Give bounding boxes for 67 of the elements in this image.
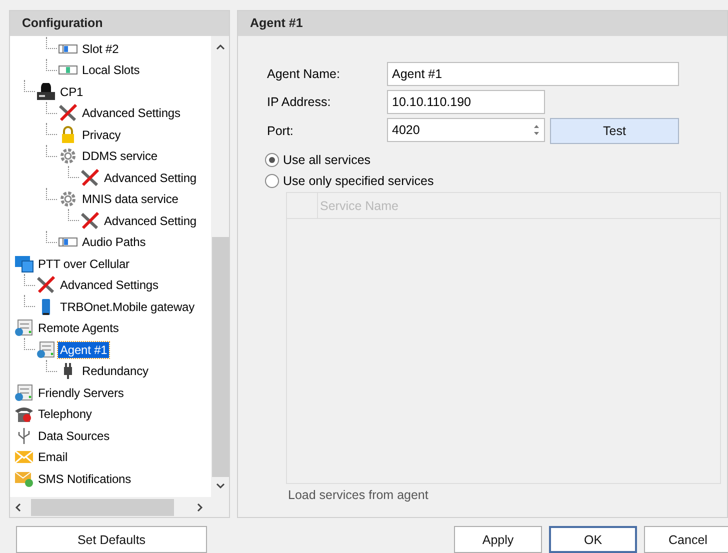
set-defaults-button[interactable]: Set Defaults bbox=[16, 526, 207, 553]
tree-item[interactable]: Advanced Setting bbox=[102, 170, 198, 186]
tree-item[interactable]: Redundancy bbox=[80, 363, 150, 380]
tree-item[interactable]: Advanced Settings bbox=[58, 277, 160, 294]
input-field[interactable]: Agent #1 bbox=[387, 62, 679, 86]
scroll-up-icon[interactable] bbox=[216, 44, 224, 50]
slot-icon bbox=[58, 65, 78, 76]
radio-device-icon bbox=[36, 82, 56, 101]
tools-icon bbox=[58, 104, 78, 122]
panel-title: Configuration bbox=[10, 11, 229, 36]
tree-item[interactable]: Email bbox=[36, 449, 70, 466]
tree-item[interactable]: Audio Paths bbox=[80, 234, 148, 250]
monitor-icon bbox=[14, 254, 34, 273]
tree-item[interactable]: DDMS service bbox=[80, 148, 160, 164]
tools-icon bbox=[36, 276, 56, 294]
tree-item[interactable]: TRBOnet.Mobile gateway bbox=[58, 298, 197, 315]
server-icon bbox=[36, 340, 56, 359]
field-label: Agent Name: bbox=[267, 67, 341, 81]
scroll-down-icon[interactable] bbox=[216, 483, 224, 489]
usb-icon bbox=[17, 426, 31, 445]
server-icon bbox=[14, 319, 34, 338]
tree-item[interactable]: Remote Agents bbox=[36, 320, 121, 336]
tree-item[interactable]: CP1 bbox=[58, 84, 86, 100]
radio-label[interactable]: Use all services bbox=[283, 153, 371, 167]
tools-icon bbox=[80, 168, 100, 187]
radio-button[interactable] bbox=[265, 174, 279, 188]
tree-item[interactable]: MNIS data service bbox=[80, 191, 180, 208]
tree-item[interactable]: Local Slots bbox=[80, 62, 142, 78]
spin-arrows-icon[interactable] bbox=[533, 123, 540, 137]
tree-item[interactable]: PTT over Cellular bbox=[36, 256, 132, 272]
radio-label[interactable]: Use only specified services bbox=[283, 174, 434, 188]
lock-icon bbox=[60, 126, 76, 144]
tree-item[interactable]: Data Sources bbox=[36, 428, 112, 444]
gear-icon bbox=[59, 190, 77, 208]
input-field[interactable]: 10.10.110.190 bbox=[387, 90, 545, 114]
tree-item[interactable]: Advanced Settings bbox=[80, 105, 182, 122]
sms-envelope-icon bbox=[14, 470, 34, 488]
tree-item[interactable]: SMS Notifications bbox=[36, 470, 133, 487]
tree-item[interactable]: Telephony bbox=[36, 406, 94, 422]
scroll-left-icon[interactable] bbox=[15, 502, 21, 512]
mobile-phone-icon bbox=[40, 298, 52, 316]
slot-icon bbox=[58, 237, 78, 248]
tree-item[interactable]: Agent #1 bbox=[58, 342, 110, 358]
plug-icon bbox=[61, 362, 75, 380]
gear-icon bbox=[59, 147, 77, 166]
dialog-button[interactable]: Cancel bbox=[644, 526, 728, 553]
vertical-scrollbar[interactable] bbox=[211, 36, 229, 497]
tree-item[interactable]: Friendly Servers bbox=[36, 384, 126, 401]
field-label: IP Address: bbox=[267, 95, 332, 109]
tree-item[interactable]: Advanced Setting bbox=[102, 212, 198, 229]
dialog-button[interactable]: Apply bbox=[454, 526, 542, 553]
scroll-right-icon[interactable] bbox=[197, 502, 203, 512]
dialog-button[interactable]: OK bbox=[549, 526, 637, 553]
slot-icon bbox=[58, 44, 78, 54]
input-field[interactable]: 4020 bbox=[387, 118, 545, 142]
tree-item[interactable]: Privacy bbox=[80, 126, 123, 143]
telephone-icon bbox=[14, 405, 34, 424]
field-label: Port: bbox=[267, 124, 294, 138]
test-button[interactable]: Test bbox=[550, 118, 679, 144]
server-icon bbox=[14, 384, 34, 402]
envelope-icon bbox=[14, 449, 34, 466]
radio-button[interactable] bbox=[265, 153, 279, 167]
tree-item[interactable]: Slot #2 bbox=[80, 40, 121, 57]
column-header: Service Name bbox=[319, 198, 400, 215]
horizontal-scrollbar[interactable] bbox=[10, 497, 211, 517]
tools-icon bbox=[80, 212, 100, 230]
panel-title: Agent #1 bbox=[238, 11, 727, 36]
